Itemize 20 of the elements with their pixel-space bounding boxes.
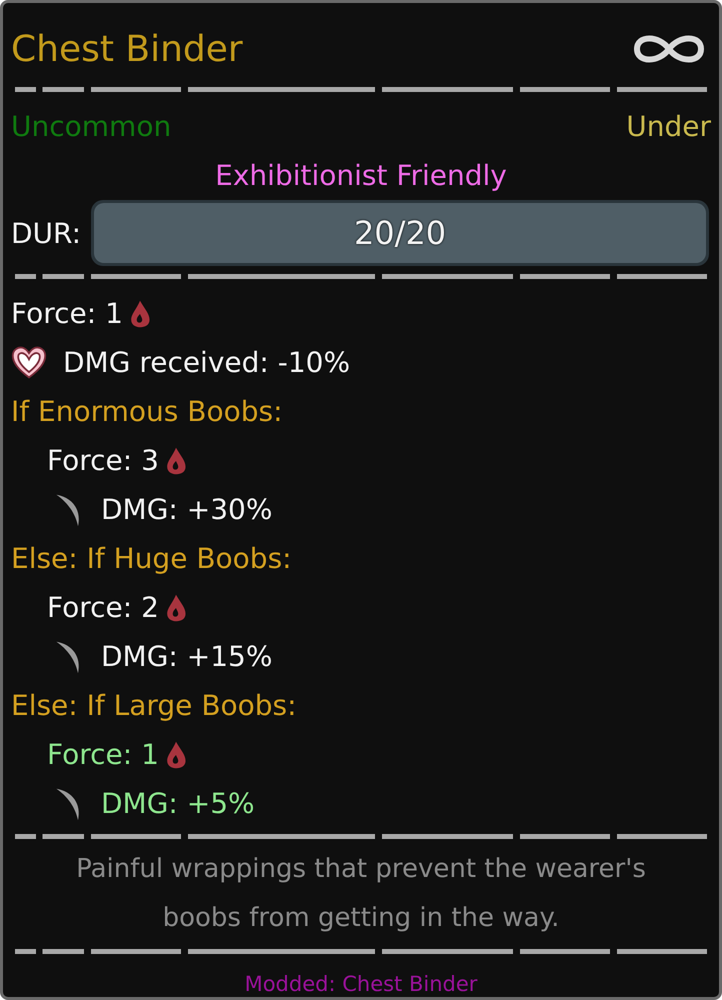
slot-label: Under — [626, 110, 711, 142]
stat-text: DMG: +30% — [101, 493, 272, 526]
rarity-label: Uncommon — [11, 110, 172, 142]
condition-label: Else: If Huge Boobs: — [11, 542, 292, 575]
durability-label: DUR: — [11, 216, 82, 250]
durability-reading: 20/20 — [354, 214, 446, 252]
stat-text: DMG: +15% — [101, 640, 272, 673]
condition-label: Else: If Large Boobs: — [11, 689, 297, 722]
item-title: Chest Binder — [11, 28, 243, 70]
condition-label: If Enormous Boobs: — [11, 395, 283, 428]
item-description: Painful wrappings that prevent the wearer's boobs from getting in the way. — [75, 853, 647, 935]
heart-icon — [11, 344, 47, 380]
stat-text: Force: 1 — [11, 297, 123, 330]
trait-label: Exhibitionist Friendly — [214, 158, 508, 194]
stat-text: Force: 3 — [47, 444, 159, 477]
stat-text: Force: 1 — [47, 738, 159, 771]
stat-text: Force: 2 — [47, 591, 159, 624]
source-label: Modded: Chest Binder — [244, 971, 478, 996]
stat-text: DMG: +5% — [101, 787, 255, 820]
stat-text: DMG received: -10% — [63, 346, 350, 379]
